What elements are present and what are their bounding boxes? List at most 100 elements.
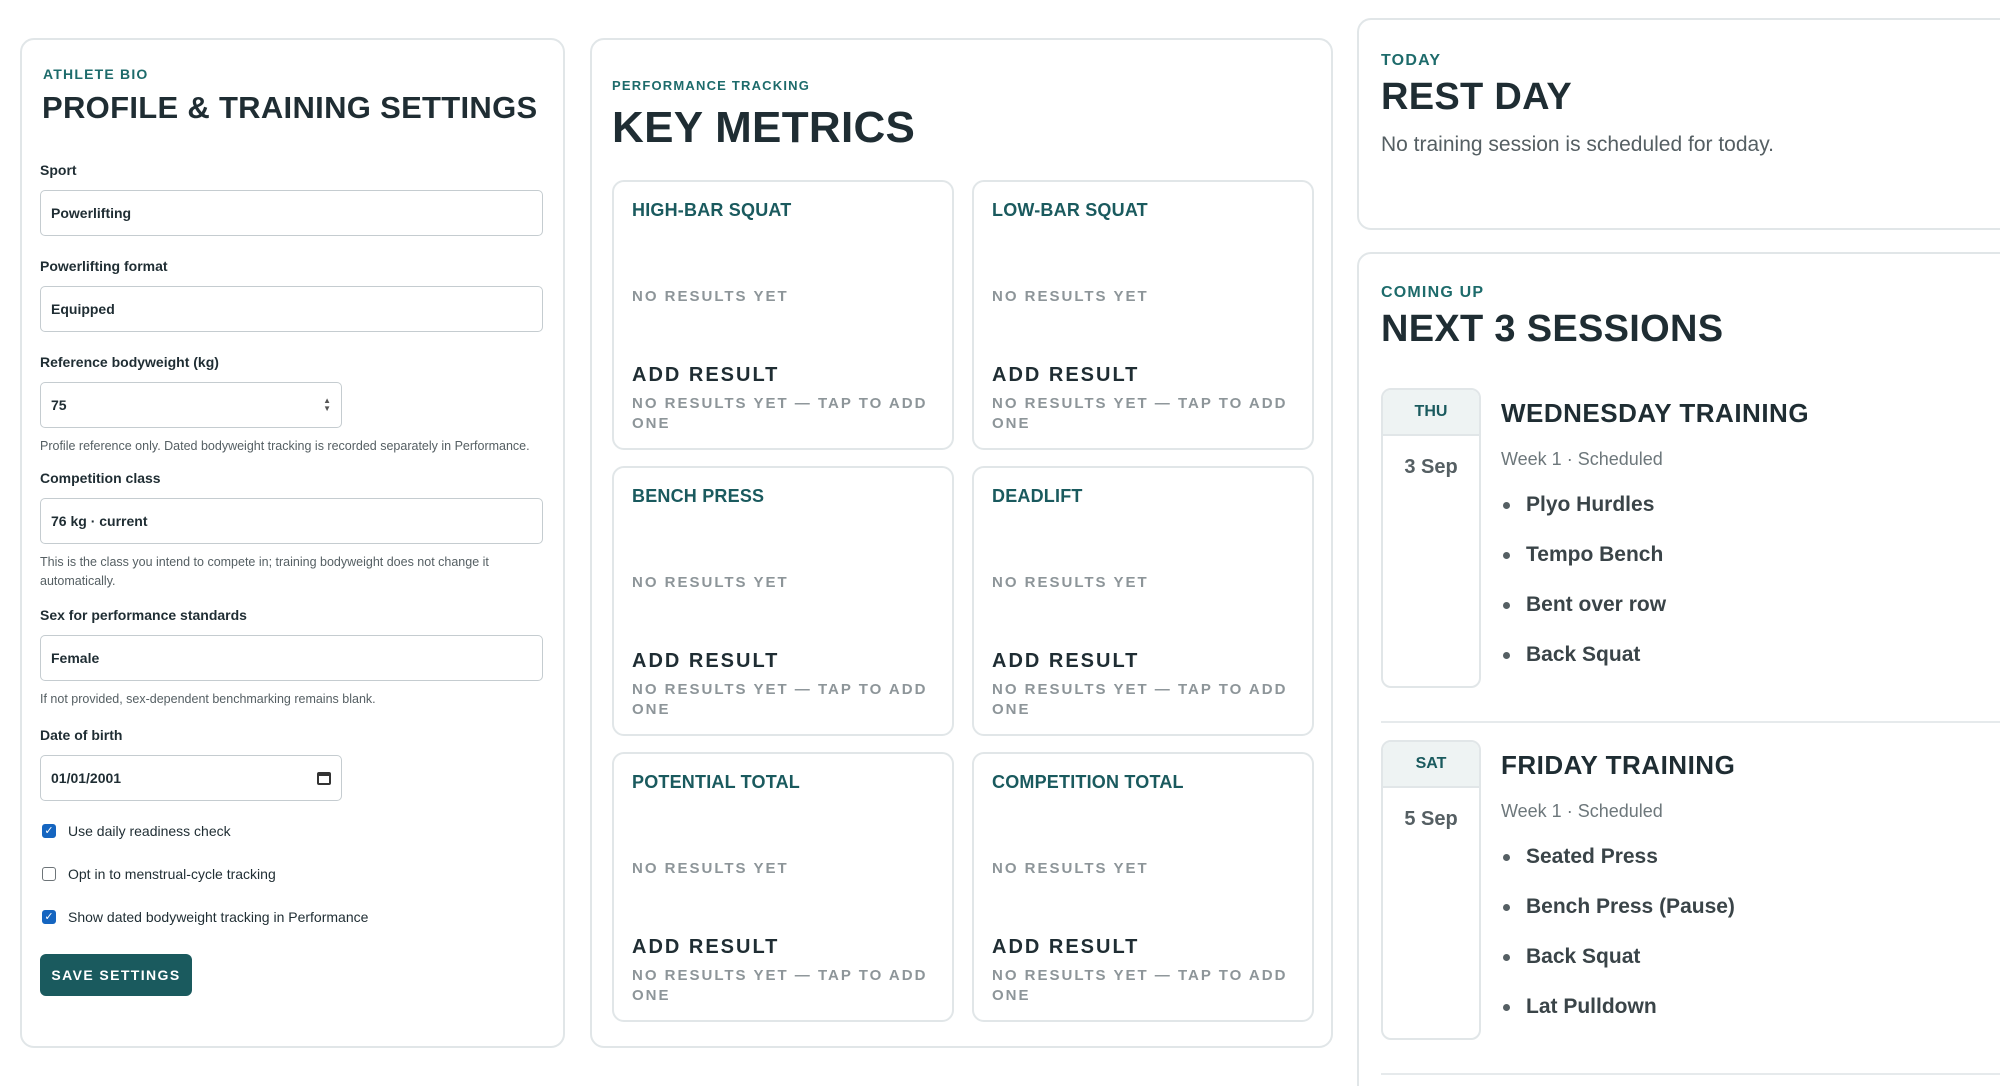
bullet-icon — [1503, 853, 1510, 861]
add-result-button[interactable]: ADD RESULT — [632, 936, 779, 959]
dob-input[interactable]: 01/01/2001 — [40, 755, 342, 801]
metric-empty-state: NO RESULTS YET — [992, 288, 1149, 305]
readiness-checkbox[interactable]: ✓ — [42, 823, 56, 838]
exercise-item: Lat Pulldown — [1501, 982, 1735, 1032]
upcoming-title: NEXT 3 SESSIONS — [1381, 308, 1724, 350]
exercise-list: Seated Press Bench Press (Pause) Back Sq… — [1501, 832, 1735, 1032]
number-spinner-icon[interactable]: ▲ ▼ — [323, 397, 331, 413]
exercise-item: Seated Press — [1501, 832, 1735, 882]
bodyweight-help: Profile reference only. Dated bodyweight… — [40, 439, 530, 453]
session-item[interactable]: SAT 5 Sep FRIDAY TRAINING Week 1 · Sched… — [1381, 740, 2000, 1075]
metrics-grid: HIGH-BAR SQUAT NO RESULTS YET ADD RESULT… — [612, 180, 1314, 1022]
session-meta: Week 1 · Scheduled — [1501, 449, 1663, 469]
exercise-name: Plyo Hurdles — [1526, 493, 1655, 516]
session-title[interactable]: FRIDAY TRAINING — [1501, 750, 1735, 781]
exercise-name: Lat Pulldown — [1526, 995, 1657, 1018]
metric-title: POTENTIAL TOTAL — [632, 772, 800, 792]
metric-empty-state: NO RESULTS YET — [992, 574, 1149, 591]
add-result-button[interactable]: ADD RESULT — [632, 650, 779, 673]
exercise-item: Bent over row — [1501, 580, 1809, 630]
menstrual-label: Opt in to menstrual-cycle tracking — [68, 865, 276, 882]
add-result-button[interactable]: ADD RESULT — [992, 364, 1139, 387]
session-day-of-week: SAT — [1383, 742, 1479, 788]
format-select[interactable]: Equipped — [40, 286, 543, 332]
metric-title: COMPETITION TOTAL — [992, 772, 1184, 792]
metric-card-potential-total[interactable]: POTENTIAL TOTAL NO RESULTS YET ADD RESUL… — [612, 752, 954, 1022]
metrics-title: KEY METRICS — [612, 103, 916, 152]
bullet-icon — [1503, 601, 1510, 609]
sport-label: Sport — [40, 162, 77, 178]
metric-empty-state: NO RESULTS YET — [632, 288, 789, 305]
profile-title: PROFILE & TRAINING SETTINGS — [42, 90, 538, 125]
bodyweight-input[interactable]: 75 ▲ ▼ — [40, 382, 342, 428]
today-title: REST DAY — [1381, 76, 1573, 118]
checkbox-group: ✓ Use daily readiness check Opt in to me… — [40, 809, 545, 938]
session-item[interactable]: THU 3 Sep WEDNESDAY TRAINING Week 1 · Sc… — [1381, 388, 2000, 723]
profile-eyebrow: ATHLETE BIO — [43, 66, 149, 82]
metric-title: BENCH PRESS — [632, 486, 765, 506]
bodyweight-tracking-checkbox[interactable]: ✓ — [42, 909, 56, 924]
save-settings-button[interactable]: SAVE SETTINGS — [40, 954, 192, 996]
session-date-badge: THU 3 Sep — [1381, 388, 1481, 688]
menstrual-checkbox[interactable] — [42, 866, 56, 881]
exercise-list: Plyo Hurdles Tempo Bench Bent over row B… — [1501, 480, 1809, 680]
upcoming-sessions-panel: COMING UP NEXT 3 SESSIONS THU 3 Sep WEDN… — [1357, 252, 2000, 1086]
format-label: Powerlifting format — [40, 258, 168, 274]
metric-empty-state: NO RESULTS YET — [632, 860, 789, 877]
competition-class-label: Competition class — [40, 470, 161, 486]
metric-title: LOW-BAR SQUAT — [992, 200, 1148, 220]
metric-card-deadlift[interactable]: DEADLIFT NO RESULTS YET ADD RESULT NO RE… — [972, 466, 1314, 736]
today-message: No training session is scheduled for tod… — [1381, 133, 1774, 156]
metrics-eyebrow: PERFORMANCE TRACKING — [612, 78, 811, 93]
today-panel: TODAY REST DAY No training session is sc… — [1357, 18, 2000, 230]
sport-select[interactable]: Powerlifting — [40, 190, 543, 236]
dob-label: Date of birth — [40, 727, 123, 743]
exercise-name: Back Squat — [1526, 643, 1641, 666]
exercise-name: Bench Press (Pause) — [1526, 895, 1735, 918]
session-day-of-week: THU — [1383, 390, 1479, 436]
session-details: WEDNESDAY TRAINING Week 1 · Scheduled Pl… — [1501, 398, 1809, 680]
metric-title: DEADLIFT — [992, 486, 1083, 506]
exercise-item: Plyo Hurdles — [1501, 480, 1809, 530]
metric-card-high-bar-squat[interactable]: HIGH-BAR SQUAT NO RESULTS YET ADD RESULT… — [612, 180, 954, 450]
calendar-icon[interactable] — [317, 771, 331, 785]
readiness-check-option[interactable]: ✓ Use daily readiness check — [40, 809, 545, 852]
bullet-icon — [1503, 551, 1510, 559]
competition-class-select[interactable]: 76 kg · current — [40, 498, 543, 544]
metric-hint: NO RESULTS YET — TAP TO ADD ONE — [632, 681, 928, 718]
bodyweight-tracking-option[interactable]: ✓ Show dated bodyweight tracking in Perf… — [40, 895, 545, 938]
bullet-icon — [1503, 651, 1510, 659]
add-result-button[interactable]: ADD RESULT — [632, 364, 779, 387]
add-result-button[interactable]: ADD RESULT — [992, 936, 1139, 959]
sex-select[interactable]: Female — [40, 635, 543, 681]
metric-hint: NO RESULTS YET — TAP TO ADD ONE — [992, 395, 1288, 432]
bullet-icon — [1503, 1003, 1510, 1011]
bullet-icon — [1503, 501, 1510, 509]
metric-card-low-bar-squat[interactable]: LOW-BAR SQUAT NO RESULTS YET ADD RESULT … — [972, 180, 1314, 450]
metric-card-bench-press[interactable]: BENCH PRESS NO RESULTS YET ADD RESULT NO… — [612, 466, 954, 736]
bodyweight-label: Reference bodyweight (kg) — [40, 354, 219, 370]
exercise-item: Back Squat — [1501, 630, 1809, 680]
upcoming-eyebrow: COMING UP — [1381, 284, 1485, 301]
dob-value: 01/01/2001 — [51, 770, 122, 786]
session-date: 3 Sep — [1404, 456, 1458, 478]
add-result-button[interactable]: ADD RESULT — [992, 650, 1139, 673]
exercise-name: Bent over row — [1526, 593, 1667, 616]
bodyweight-value: 75 — [51, 397, 67, 413]
bodyweight-tracking-label: Show dated bodyweight tracking in Perfor… — [68, 908, 369, 925]
metric-hint: NO RESULTS YET — TAP TO ADD ONE — [632, 395, 928, 432]
metric-title: HIGH-BAR SQUAT — [632, 200, 792, 220]
key-metrics-panel: PERFORMANCE TRACKING KEY METRICS HIGH-BA… — [590, 38, 1333, 1048]
exercise-item: Bench Press (Pause) — [1501, 882, 1735, 932]
session-details: FRIDAY TRAINING Week 1 · Scheduled Seate… — [1501, 750, 1735, 1032]
sex-label: Sex for performance standards — [40, 607, 247, 623]
menstrual-tracking-option[interactable]: Opt in to menstrual-cycle tracking — [40, 852, 545, 895]
metric-hint: NO RESULTS YET — TAP TO ADD ONE — [632, 967, 928, 1004]
competition-class-help: This is the class you intend to compete … — [40, 555, 489, 588]
metric-card-competition-total[interactable]: COMPETITION TOTAL NO RESULTS YET ADD RES… — [972, 752, 1314, 1022]
exercise-item: Back Squat — [1501, 932, 1735, 982]
session-title[interactable]: WEDNESDAY TRAINING — [1501, 398, 1809, 429]
metric-hint: NO RESULTS YET — TAP TO ADD ONE — [992, 967, 1288, 1004]
metric-empty-state: NO RESULTS YET — [992, 860, 1149, 877]
metric-hint: NO RESULTS YET — TAP TO ADD ONE — [992, 681, 1288, 718]
